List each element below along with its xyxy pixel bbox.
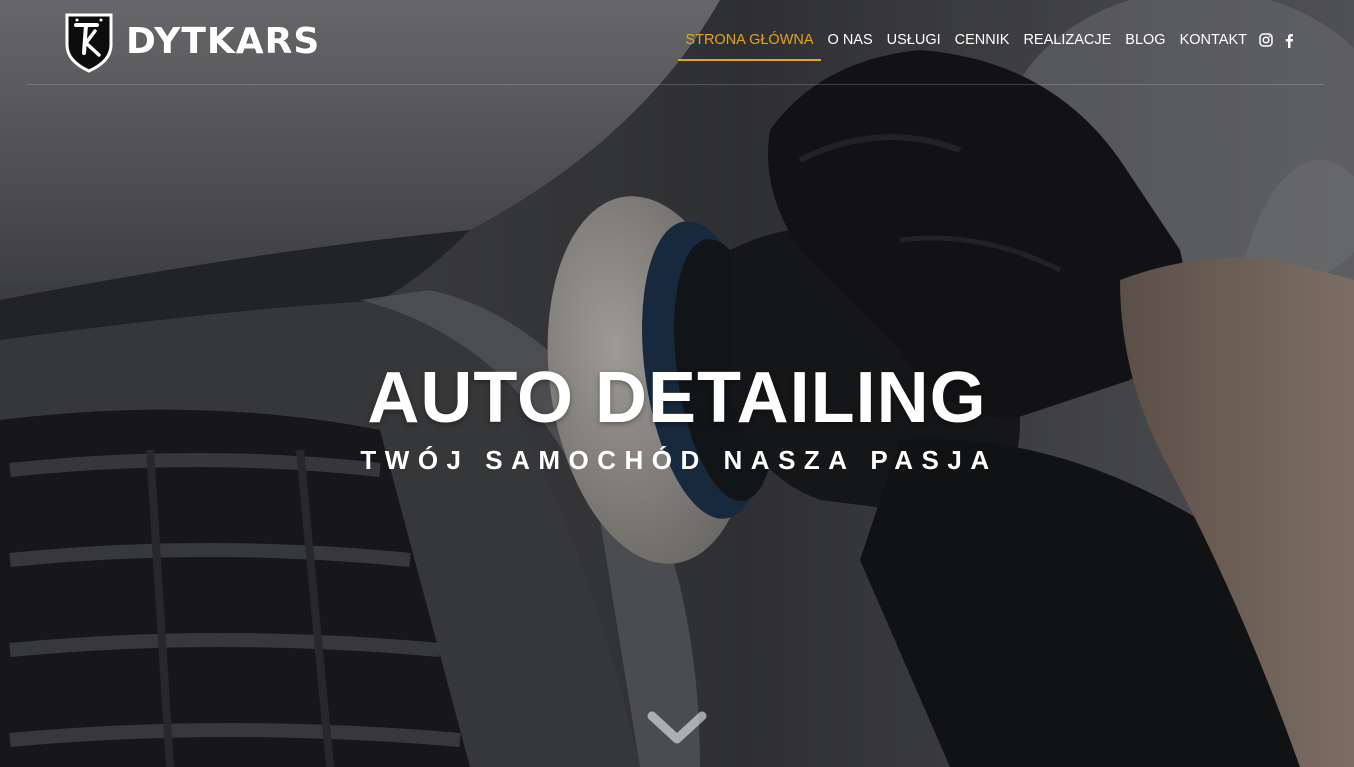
main-nav: STRONA GŁÓWNA O NAS USŁUGI CENNIK REALIZ… [678, 0, 1300, 80]
nav-item-realizacje[interactable]: REALIZACJE [1016, 20, 1118, 60]
facebook-icon[interactable] [1277, 20, 1300, 60]
header-divider [27, 84, 1324, 85]
hero-subtitle: TWÓJ SAMOCHÓD NASZA PASJA [360, 445, 998, 475]
nav-item-cennik[interactable]: CENNIK [948, 20, 1017, 60]
logo-shield-icon [65, 13, 113, 73]
nav-item-kontakt[interactable]: KONTAKT [1173, 20, 1254, 60]
brand-name: DYTKARS [126, 21, 321, 62]
nav-item-uslugi[interactable]: USŁUGI [880, 20, 948, 60]
instagram-icon[interactable] [1254, 20, 1277, 60]
logo-link[interactable]: DYTKARS [64, 10, 320, 74]
nav-item-o-nas[interactable]: O NAS [821, 20, 880, 60]
chevron-down-icon[interactable] [646, 708, 708, 750]
nav-item-blog[interactable]: BLOG [1118, 20, 1172, 60]
site-header: DYTKARS STRONA GŁÓWNA O NAS USŁUGI CENNI… [0, 0, 1354, 85]
hero-title: AUTO DETAILING [367, 358, 987, 438]
nav-item-strona-glowna[interactable]: STRONA GŁÓWNA [678, 20, 821, 61]
